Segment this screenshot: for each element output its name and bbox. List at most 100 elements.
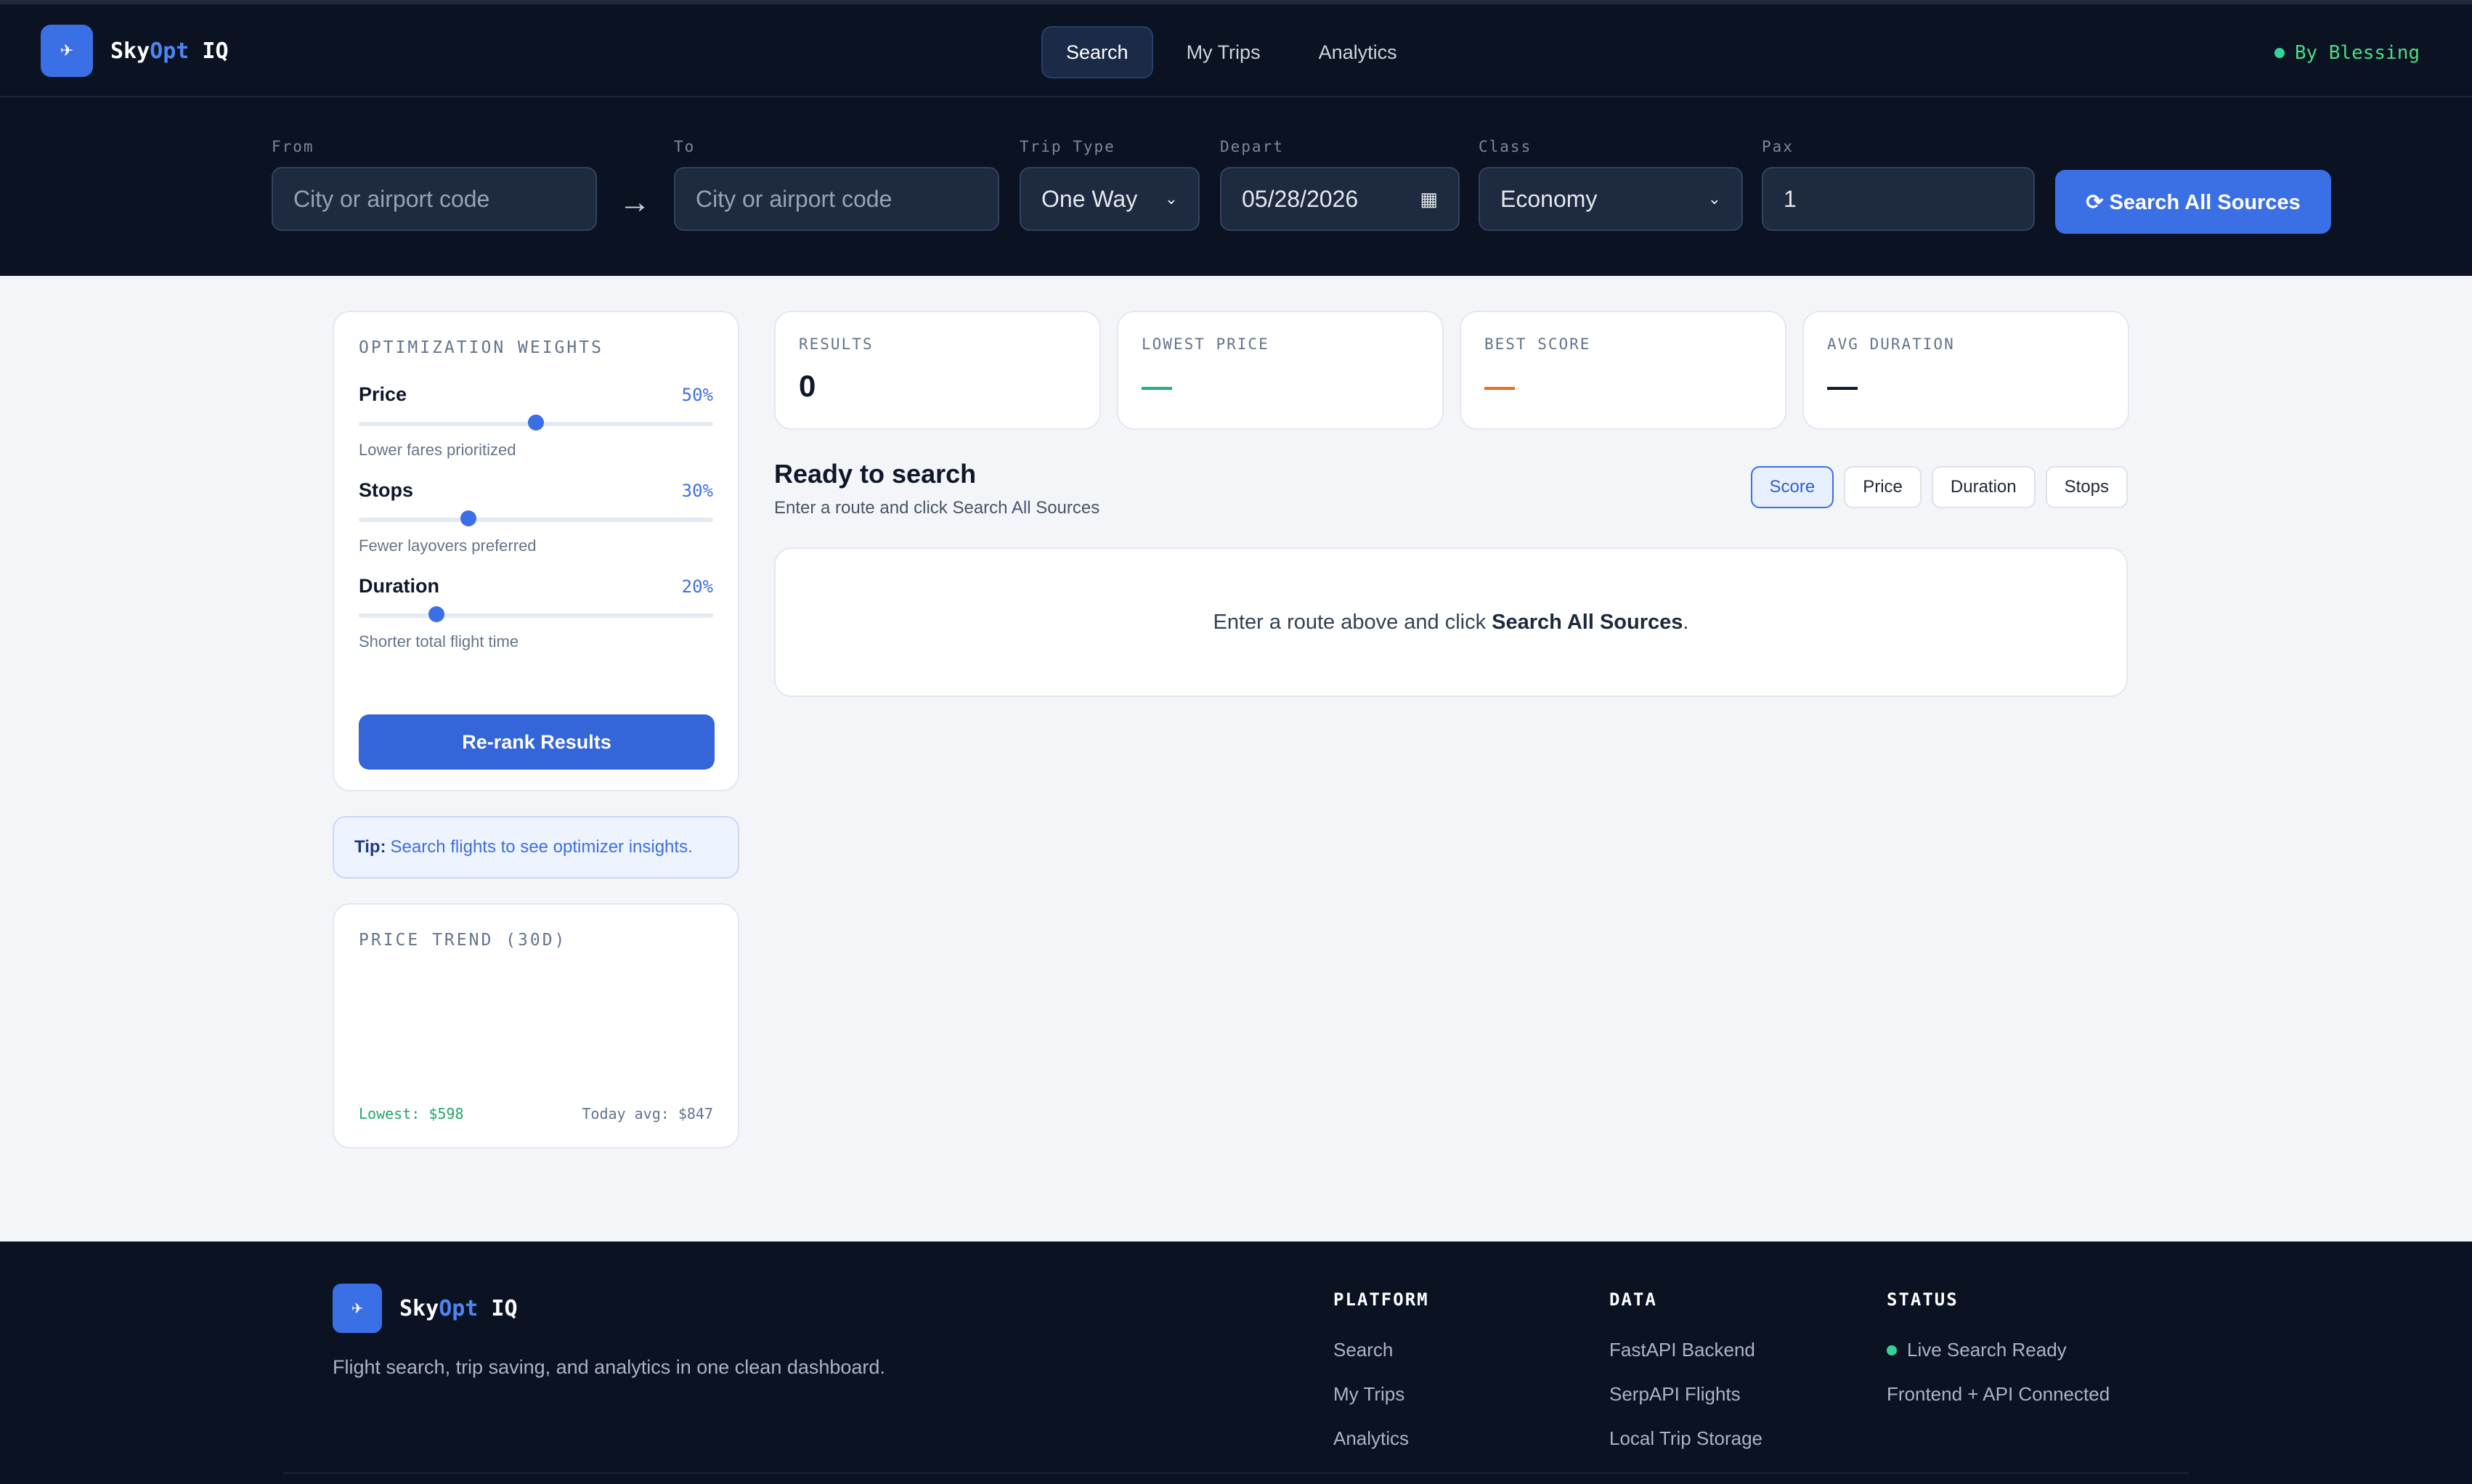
stat-label: LOWEST PRICE [1142,335,1269,353]
from-input[interactable]: City or airport code [272,167,597,231]
sort-duration-button[interactable]: Duration [1931,466,2036,508]
depart-value: 05/28/2026 [1242,185,1359,212]
class-select[interactable]: Economy ⌄ [1479,167,1743,231]
footer-status: STATUS Live Search Ready Frontend + API … [1887,1289,2110,1406]
footer-col-title: PLATFORM [1333,1289,1429,1310]
trend-today-avg: Today avg: $847 [582,1105,713,1122]
price-trend-title: PRICE TREND (30D) [359,931,567,950]
tab-my-trips[interactable]: My Trips [1162,26,1285,78]
footer-divider [283,1472,2189,1474]
class-field: Class Economy ⌄ [1479,138,1743,231]
stat-best-score: BEST SCORE — [1460,311,1786,430]
footer-platform: PLATFORM Search My Trips Analytics [1333,1289,1429,1450]
footer-link-analytics[interactable]: Analytics [1333,1427,1429,1450]
pax-input[interactable]: 1 [1762,167,2035,231]
weight-duration: Duration 20% Shorter total flight time [359,575,713,655]
tip-banner: Tip: Search flights to see optimizer ins… [333,816,739,878]
trip-type-label: Trip Type [1020,138,1115,155]
footer-link-fastapi[interactable]: FastAPI Backend [1609,1339,1762,1361]
to-field: To City or airport code [674,138,999,231]
slider-thumb[interactable] [460,510,477,526]
chevron-down-icon: ⌄ [1164,189,1178,208]
footer-tagline: Flight search, trip saving, and analytic… [333,1356,885,1378]
from-field: From City or airport code [272,138,597,231]
optimization-weights-panel: OPTIMIZATION WEIGHTS Price 50% Lower far… [333,311,739,791]
trip-type-value: One Way [1041,185,1138,212]
weight-label: Stops [359,479,414,501]
from-label: From [272,138,314,155]
stat-label: AVG DURATION [1827,335,1955,353]
route-arrow-icon: → [619,184,651,220]
sort-score-button[interactable]: Score [1750,466,1834,508]
footer: ✈ SkyOpt IQ Flight search, trip saving, … [0,1242,2472,1484]
top-nav-bar: ✈ SkyOpt IQ Search My Trips Analytics By… [0,0,2472,97]
weight-percent: 30% [681,480,713,501]
slider-thumb[interactable] [528,415,544,431]
weight-hint: Shorter total flight time [359,632,519,651]
slider-thumb[interactable] [428,606,445,622]
sort-price-button[interactable]: Price [1844,466,1922,508]
brand[interactable]: ✈ SkyOpt IQ [41,25,229,77]
to-input[interactable]: City or airport code [674,167,999,231]
footer-status-live: Live Search Ready [1887,1339,2110,1361]
tip-label: Tip: [354,837,386,857]
pax-field: Pax 1 [1762,138,2035,231]
status-dot-icon [1887,1345,1897,1355]
footer-brand[interactable]: ✈ SkyOpt IQ [333,1284,518,1333]
search-all-sources-button[interactable]: ⟳ Search All Sources [2055,170,2331,234]
footer-link-my-trips[interactable]: My Trips [1333,1383,1429,1406]
weight-price: Price 50% Lower fares prioritized [359,383,713,463]
footer-status-connected: Frontend + API Connected [1887,1383,2110,1405]
pax-label: Pax [1762,138,1794,155]
stat-label: BEST SCORE [1484,335,1591,353]
stops-weight-slider[interactable] [359,510,713,528]
tab-search[interactable]: Search [1041,26,1153,78]
footer-data: DATA FastAPI Backend SerpAPI Flights Loc… [1609,1289,1762,1450]
footer-link-serpapi[interactable]: SerpAPI Flights [1609,1383,1762,1406]
trend-lowest: Lowest: $598 [359,1105,464,1122]
weight-percent: 20% [681,576,713,597]
rerank-results-button[interactable]: Re-rank Results [359,714,715,770]
empty-results-state: Enter a route above and click Search All… [774,547,2128,697]
weights-title: OPTIMIZATION WEIGHTS [359,338,603,357]
brand-name: SkyOpt IQ [110,38,229,64]
status-dot-icon [2274,48,2285,58]
stat-value: — [1142,369,1172,403]
results-subtitle: Enter a route and click Search All Sourc… [774,498,1100,518]
calendar-icon[interactable]: ▦ [1420,188,1438,211]
status-indicator: By Blessing [2274,42,2420,64]
footer-link-search[interactable]: Search [1333,1339,1429,1361]
price-weight-slider[interactable] [359,415,713,432]
class-value: Economy [1500,185,1598,212]
empty-text: Enter a route above and click [1213,610,1487,634]
footer-col-title: STATUS [1887,1289,1959,1310]
trip-type-select[interactable]: One Way ⌄ [1020,167,1200,231]
search-form: From City or airport code → To City or a… [0,97,2472,276]
sort-stops-button[interactable]: Stops [2045,466,2128,508]
empty-text-bold: Search All Sources [1492,610,1683,634]
trip-type-field: Trip Type One Way ⌄ [1020,138,1200,231]
weight-label: Duration [359,575,439,597]
tip-text: Search flights to see optimizer insights… [390,837,693,857]
stat-lowest-price: LOWEST PRICE — [1117,311,1444,430]
weight-percent: 50% [681,384,713,405]
footer-brand-name: SkyOpt IQ [399,1295,518,1321]
weight-hint: Fewer layovers preferred [359,537,537,555]
price-trend-panel: PRICE TREND (30D) Lowest: $598 Today avg… [333,903,739,1149]
duration-weight-slider[interactable] [359,606,713,624]
stat-avg-duration: AVG DURATION — [1802,311,2129,430]
results-title: Ready to search [774,459,977,489]
status-text: By Blessing [2294,42,2420,64]
stat-value: — [1827,369,1858,403]
stat-value: 0 [799,369,816,403]
footer-link-local-storage[interactable]: Local Trip Storage [1609,1427,1762,1450]
weight-stops: Stops 30% Fewer layovers preferred [359,479,713,559]
depart-label: Depart [1220,138,1284,155]
class-label: Class [1479,138,1532,155]
chevron-down-icon: ⌄ [1707,189,1721,208]
tab-analytics[interactable]: Analytics [1294,26,1422,78]
plane-icon: ✈ [333,1284,382,1333]
depart-date-input[interactable]: 05/28/2026 ▦ [1220,167,1460,231]
stat-value: — [1484,369,1515,403]
depart-field: Depart 05/28/2026 ▦ [1220,138,1460,231]
